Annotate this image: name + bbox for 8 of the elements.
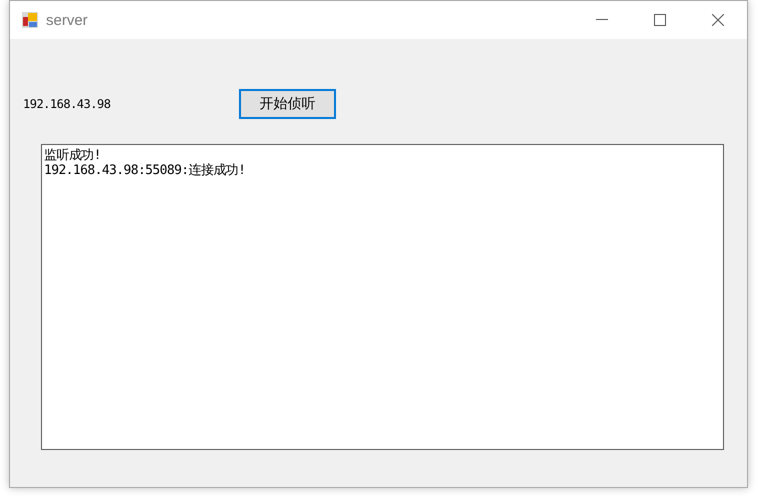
maximize-icon: [654, 14, 666, 26]
log-textbox[interactable]: 监听成功! 192.168.43.98:55089:连接成功!: [41, 144, 724, 450]
ip-address-label: 192.168.43.98: [23, 97, 112, 111]
app-icon: [22, 12, 38, 28]
window-title: server: [46, 12, 89, 28]
start-listening-button[interactable]: 开始侦听: [239, 89, 336, 119]
close-icon: [712, 14, 724, 26]
minimize-icon: [596, 19, 608, 21]
